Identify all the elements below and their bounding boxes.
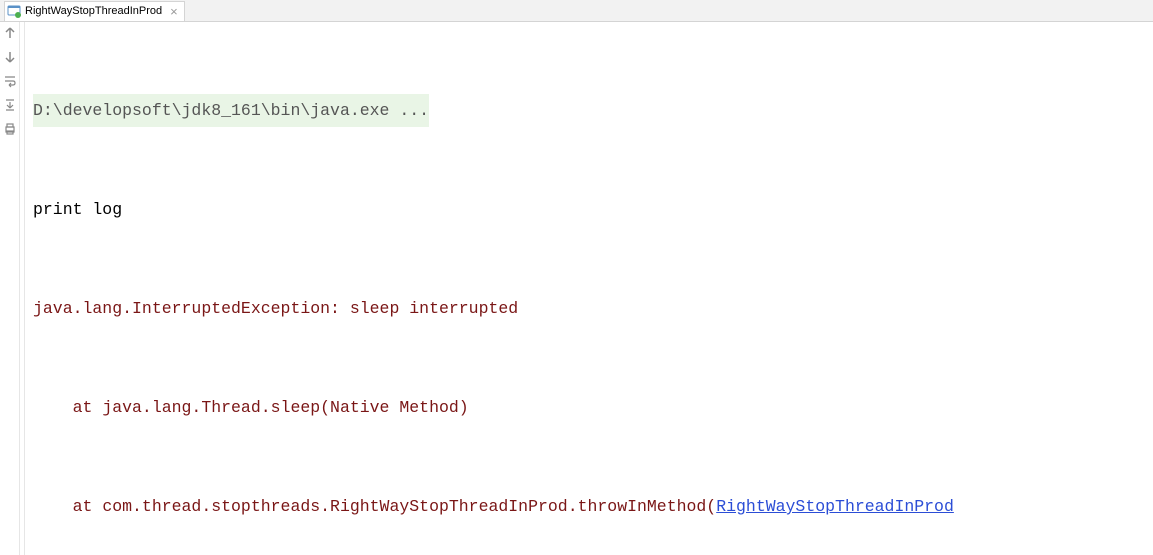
console-gutter — [0, 22, 20, 555]
stack-frame: at com.thread.stopthreads.RightWayStopTh… — [33, 490, 1153, 523]
arrow-up-icon[interactable] — [3, 26, 17, 40]
soft-wrap-icon[interactable] — [3, 74, 17, 88]
stack-frame: at java.lang.Thread.sleep(Native Method) — [33, 391, 1153, 424]
run-config-icon — [7, 4, 21, 18]
close-icon[interactable]: × — [170, 5, 178, 18]
run-tab[interactable]: RightWayStopThreadInProd × — [4, 1, 185, 21]
tab-label: RightWayStopThreadInProd — [25, 5, 162, 17]
source-link[interactable]: RightWayStopThreadInProd — [716, 497, 954, 516]
command-line: D:\developsoft\jdk8_161\bin\java.exe ... — [33, 94, 429, 127]
arrow-down-icon[interactable] — [3, 50, 17, 64]
main-area: D:\developsoft\jdk8_161\bin\java.exe ...… — [0, 22, 1153, 555]
tab-bar: RightWayStopThreadInProd × — [0, 0, 1153, 22]
log-line: print log — [33, 193, 1153, 226]
scroll-to-end-icon[interactable] — [3, 98, 17, 112]
print-icon[interactable] — [3, 122, 17, 136]
exception-header: java.lang.InterruptedException: sleep in… — [33, 292, 1153, 325]
console-output[interactable]: D:\developsoft\jdk8_161\bin\java.exe ...… — [25, 22, 1153, 555]
